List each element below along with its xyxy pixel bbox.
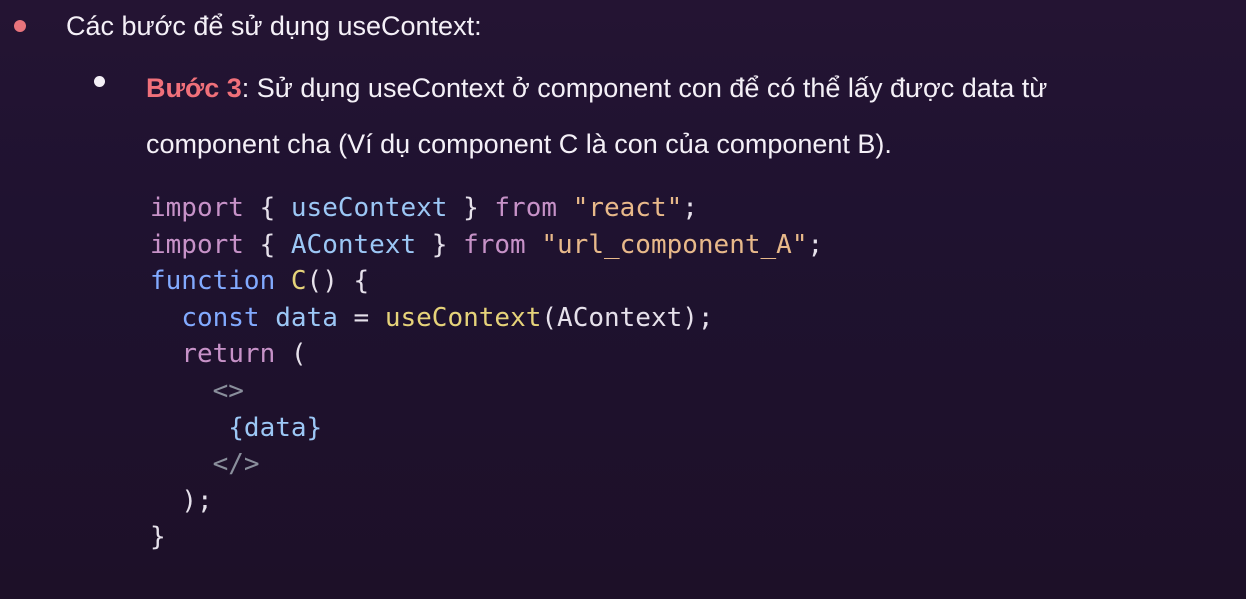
step-text-line2: component cha (Ví dụ component C là con … [146,129,892,159]
code-token: useContext [384,302,542,333]
code-token: ; [682,193,698,223]
code-token: } [416,229,464,260]
code-token: = [337,302,385,333]
code-token: import [150,193,244,223]
code-token: import [150,229,244,260]
step-label: Bước 3 [146,73,242,103]
code-token: ; [807,229,824,260]
code-token: {data} [228,412,323,443]
code-line-10: } [150,519,823,556]
code-line-2: import { AContext } from "url_component_… [150,227,823,264]
code-token: C [290,266,307,297]
code-token: { [243,193,291,223]
code-token: from [463,229,526,260]
code-line-6: <> [150,373,823,410]
sub-bullet-point [94,76,105,87]
code-token: "url_component_A" [541,229,808,260]
step-description: Bước 3: Sử dụng useContext ở component c… [146,60,1146,172]
code-token: ( [275,339,307,370]
code-token: (AContext); [541,302,714,333]
code-line-3: function C() { [150,263,823,300]
code-token: useContext [290,193,448,223]
code-token: { [243,229,291,260]
code-line-1: import { useContext } from "react"; [150,190,823,227]
code-token: </> [212,449,260,480]
code-token: const [181,302,260,333]
code-token: data [275,302,338,333]
code-line-9: ); [150,483,823,520]
code-token: <> [212,375,244,406]
code-line-7: {data} [150,410,823,447]
code-token: from [494,193,558,223]
slide: Các bước để sử dụng useContext: Bước 3: … [0,0,1246,599]
code-line-5: return ( [150,336,823,373]
code-line-4: const data = useContext(AContext); [150,300,823,337]
code-token: "react" [572,193,683,223]
slide-heading: Các bước để sử dụng useContext: [66,11,482,41]
bullet-point [14,20,26,32]
step-text-line1: : Sử dụng useContext ở component con để … [241,73,1048,103]
code-token: function [150,266,276,297]
code-token: ); [181,485,213,516]
code-token: AContext [290,229,417,260]
code-line-8: </> [150,446,823,483]
code-token: } [447,193,495,223]
code-block: import { useContext } from "react"; impor… [150,190,823,556]
code-token: return [181,339,276,370]
code-token: } [150,522,166,553]
code-token: () { [306,266,370,297]
